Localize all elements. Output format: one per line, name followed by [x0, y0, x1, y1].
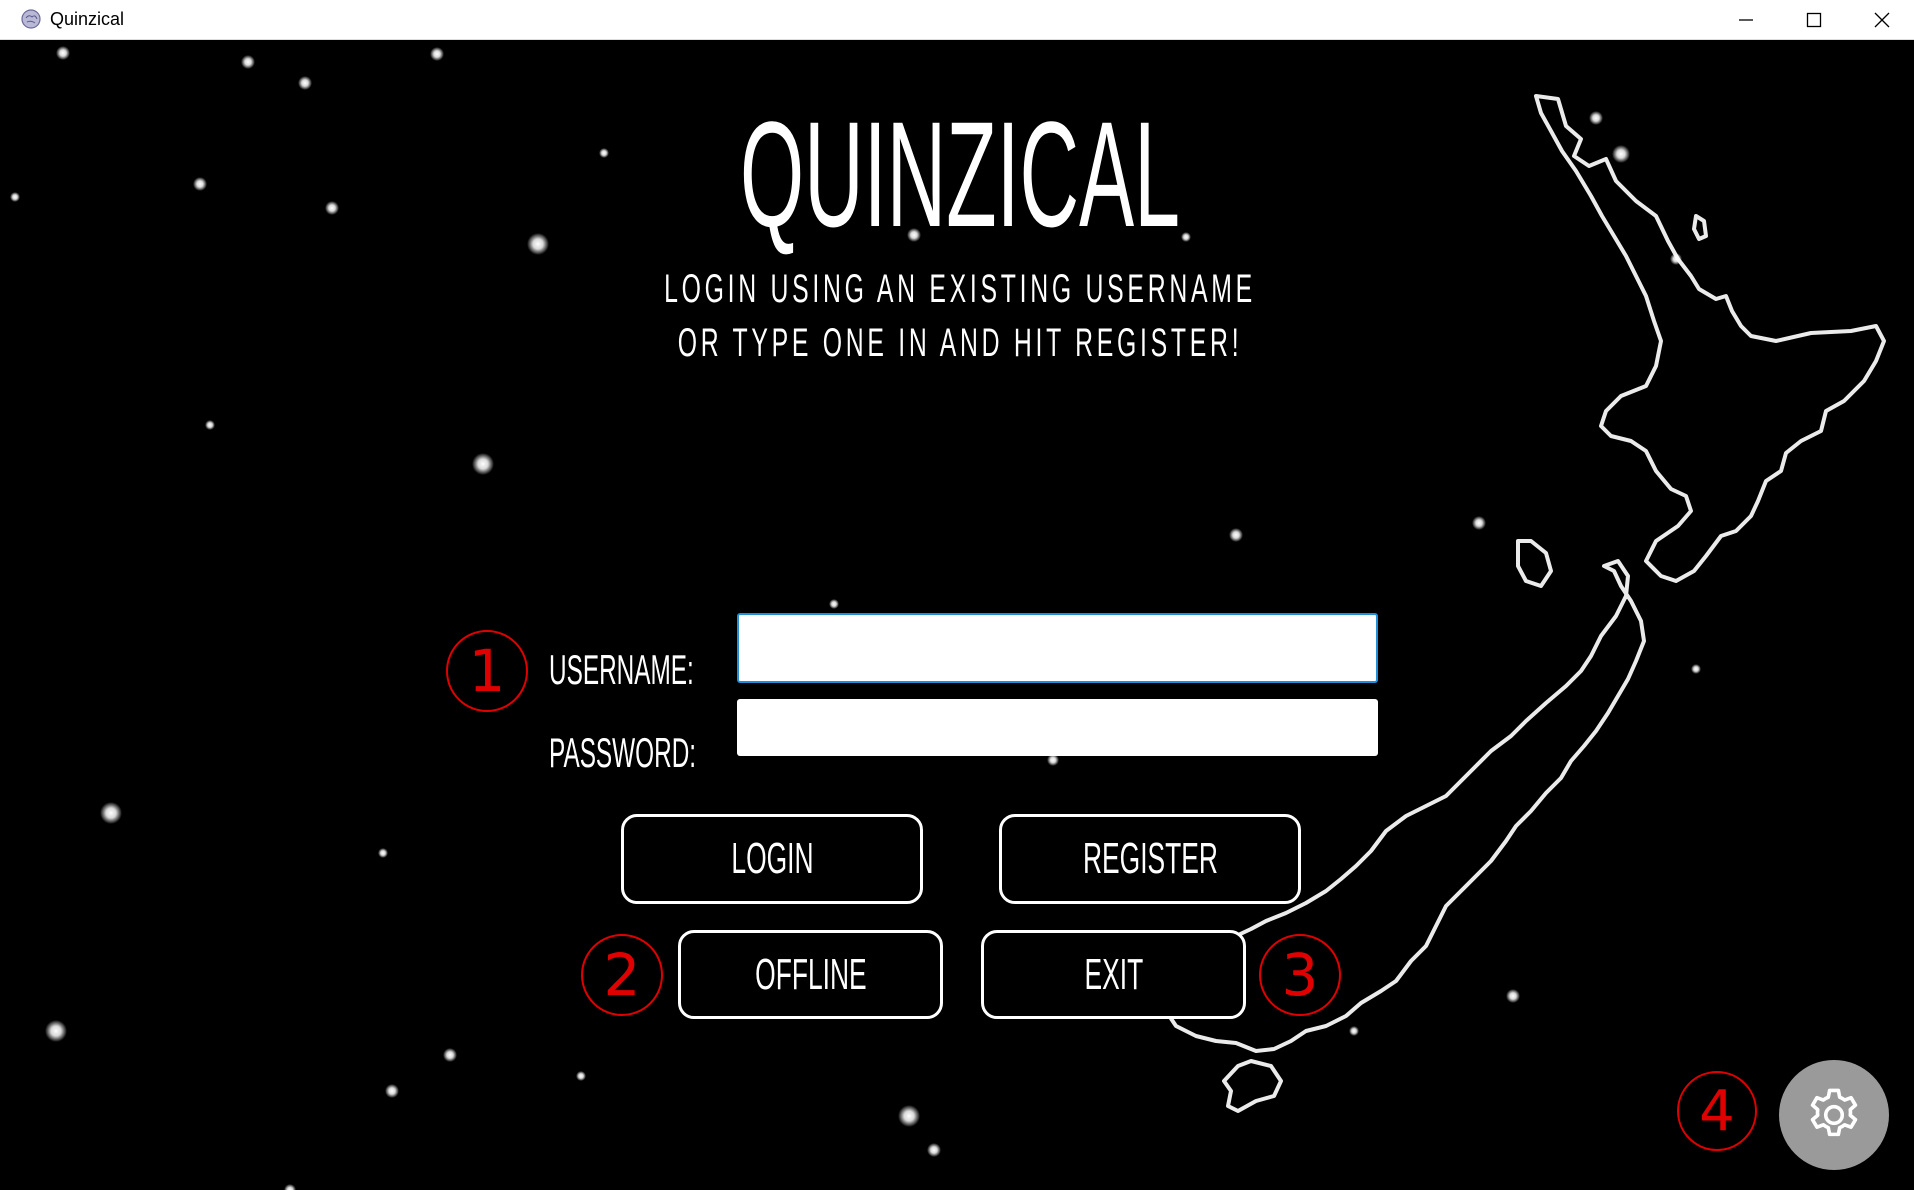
minimize-button[interactable]	[1712, 0, 1780, 40]
annotation-marker-3: 3	[1259, 934, 1341, 1016]
register-button[interactable]: REGISTER	[999, 814, 1301, 904]
exit-button[interactable]: EXIT	[981, 930, 1246, 1019]
subtitle-line-2: OR TYPE ONE IN AND HIT REGISTER!	[677, 321, 1243, 365]
offline-button-label: OFFLINE	[754, 949, 867, 999]
settings-button[interactable]	[1779, 1060, 1889, 1170]
login-button-label: LOGIN	[730, 834, 814, 883]
subtitle-line-1: LOGIN USING AN EXISTING USERNAME	[664, 267, 1256, 311]
app-title: QUINZICAL	[739, 90, 1181, 258]
minimize-icon	[1739, 19, 1753, 21]
password-label: PASSWORD:	[549, 729, 697, 776]
window-title: Quinzical	[50, 9, 125, 29]
brain-icon	[21, 9, 41, 29]
offline-button[interactable]: OFFLINE	[678, 930, 943, 1019]
gear-icon	[1810, 1088, 1858, 1137]
maximize-button[interactable]	[1780, 0, 1848, 40]
register-button-label: REGISTER	[1082, 834, 1218, 883]
maximize-icon	[1806, 12, 1822, 28]
login-button[interactable]: LOGIN	[621, 814, 923, 904]
username-label: USERNAME:	[549, 646, 694, 693]
username-input[interactable]	[737, 613, 1378, 683]
password-input[interactable]	[737, 699, 1378, 756]
exit-button-label: EXIT	[1084, 949, 1143, 999]
app-canvas: QUINZICAL LOGIN USING AN EXISTING USERNA…	[6, 41, 1914, 1190]
window-title-bar: Quinzical	[0, 0, 1914, 40]
close-button[interactable]	[1848, 0, 1914, 40]
annotation-marker-4: 4	[1677, 1071, 1757, 1151]
annotation-marker-2: 2	[581, 934, 663, 1016]
annotation-marker-1: 1	[446, 630, 528, 712]
close-icon	[1874, 12, 1890, 28]
